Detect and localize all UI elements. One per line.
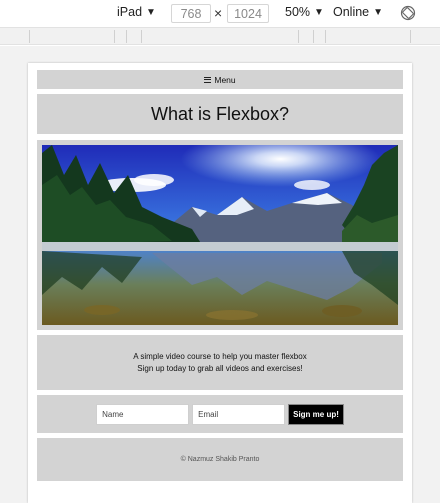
device-select-label: iPad xyxy=(117,5,143,19)
emulated-page: Menu What is Flexbox? A simple video cou… xyxy=(28,63,412,503)
zoom-select-label: 50% xyxy=(285,5,311,19)
caret-down-icon: ▼ xyxy=(146,6,156,18)
rotate-icon[interactable] xyxy=(400,5,416,21)
description-line-2: Sign up today to grab all videos and exe… xyxy=(137,363,303,373)
email-input[interactable] xyxy=(192,403,286,425)
device-toolbar: iPad ▼ 768 × 1024 50% ▼ Online ▼ xyxy=(0,0,440,27)
caret-down-icon: ▼ xyxy=(373,6,384,18)
device-select[interactable]: iPad ▼ xyxy=(117,5,156,19)
hamburger-icon xyxy=(204,76,212,83)
nav-menu-bar[interactable]: Menu xyxy=(37,70,403,89)
ruler-tick xyxy=(298,30,299,43)
page-footer: © Nazmuz Shakib Pranto xyxy=(37,438,403,481)
media-query-ruler[interactable] xyxy=(0,27,440,45)
hero-section xyxy=(37,140,403,330)
signup-button[interactable]: Sign me up! xyxy=(288,403,344,425)
signup-form: Sign me up! xyxy=(37,395,403,433)
name-input[interactable] xyxy=(96,403,190,425)
network-throttle-select[interactable]: Online ▼ xyxy=(333,5,383,19)
times-icon: × xyxy=(214,5,223,21)
ruler-tick xyxy=(114,30,115,43)
description-line-1: A simple video course to help you master… xyxy=(133,351,307,361)
ruler-tick xyxy=(410,30,411,43)
footer-copyright: © Nazmuz Shakib Pranto xyxy=(180,456,260,463)
caret-down-icon: ▼ xyxy=(314,6,324,18)
page-header: What is Flexbox? xyxy=(37,94,403,134)
height-input[interactable]: 1024 xyxy=(227,4,269,23)
ruler-tick xyxy=(29,30,30,43)
network-select-label: Online xyxy=(333,5,370,19)
hero-image xyxy=(42,145,398,325)
page-title: What is Flexbox? xyxy=(150,103,290,124)
ruler-tick xyxy=(313,30,314,43)
zoom-select[interactable]: 50% ▼ xyxy=(285,5,324,19)
ruler-tick xyxy=(126,30,127,43)
menu-label: Menu xyxy=(214,74,236,85)
description-section: A simple video course to help you master… xyxy=(37,335,403,390)
ruler-tick xyxy=(141,30,142,43)
ruler-tick xyxy=(325,30,326,43)
width-input[interactable]: 768 xyxy=(171,4,211,23)
